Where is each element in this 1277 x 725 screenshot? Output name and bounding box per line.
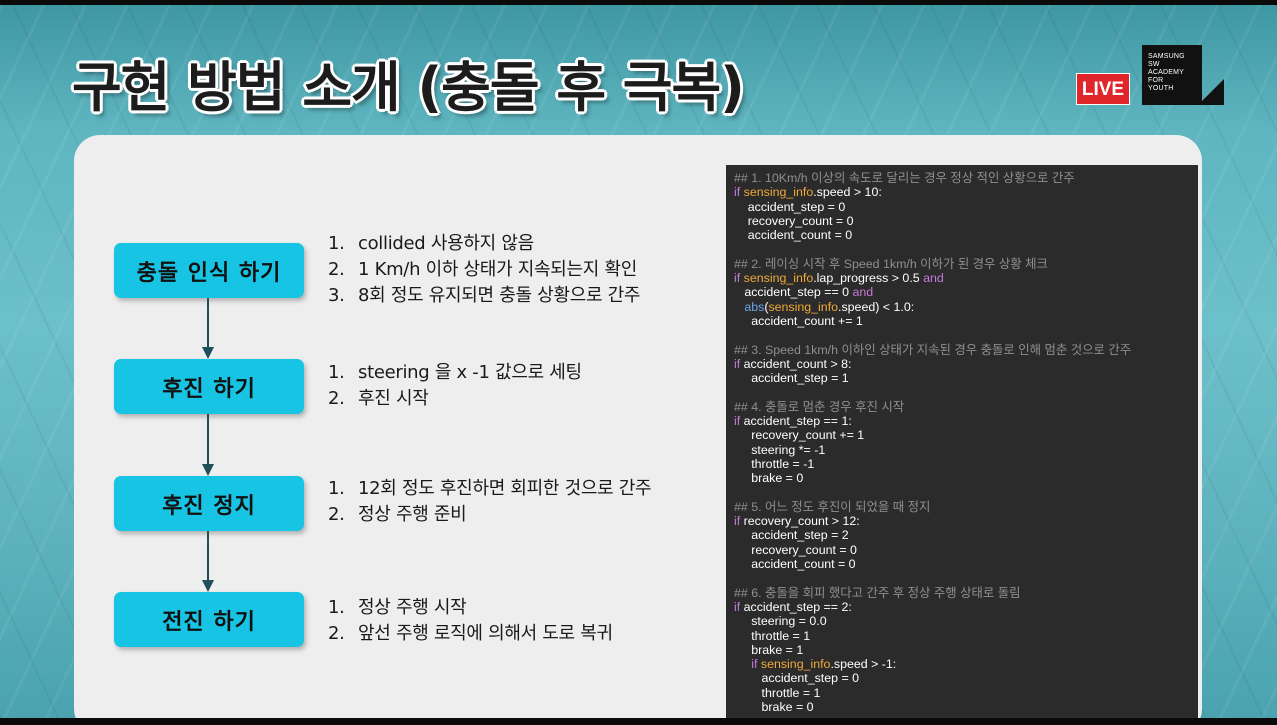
code-line: steering = 0.0	[734, 614, 827, 629]
logo-line: ACADEMY	[1148, 69, 1185, 76]
list-number: 1.	[328, 362, 345, 383]
logo-line: SAMSUNG	[1148, 53, 1185, 60]
code-line: if accident_step == 2:	[734, 599, 852, 614]
code-line: accident_step = 2	[734, 528, 849, 543]
code-line: accident_step = 1	[734, 371, 849, 386]
live-badge: LIVE	[1076, 73, 1130, 105]
list-text: collided 사용하지 않음	[358, 233, 534, 254]
list-text: 1 Km/h 이하 상태가 지속되는지 확인	[358, 259, 637, 280]
code-line: accident_count = 0	[734, 557, 856, 572]
list-text: 12회 정도 후진하면 회피한 것으로 간주	[358, 478, 652, 499]
flow-arrow-line	[207, 414, 209, 466]
code-line: accident_step == 0 and	[734, 285, 874, 300]
code-line: if accident_count > 8:	[734, 356, 852, 371]
code-line: if recovery_count > 12:	[734, 514, 860, 529]
step-description-reverse-stop: 1. 12회 정도 후진하면 회피한 것으로 간주 2. 정상 주행 준비	[328, 476, 718, 528]
code-comment-line: ## 5. 어느 정도 후진이 되었을 때 정지	[734, 499, 931, 514]
step-description-reverse: 1. steering 을 x -1 값으로 세팅 2. 후진 시작	[328, 360, 718, 412]
code-line: recovery_count += 1	[734, 428, 865, 443]
step-description-collision-detect: 1. collided 사용하지 않음 2. 1 Km/h 이하 상태가 지속되는지…	[328, 231, 718, 309]
list-item: 2. 정상 주행 준비	[328, 502, 718, 528]
step-box-reverse-stop: 후진 정지	[114, 476, 304, 531]
list-number: 2.	[328, 388, 345, 409]
list-number: 2.	[328, 259, 345, 280]
code-comment-line: ## 1. 10Km/h 이상의 속도로 달리는 경우 정상 적인 상황으로 간…	[734, 171, 1075, 185]
list-item: 1. 12회 정도 후진하면 회피한 것으로 간주	[328, 476, 718, 502]
step-box-forward: 전진 하기	[114, 592, 304, 647]
code-line: throttle = -1	[734, 456, 815, 471]
list-number: 1.	[328, 233, 345, 254]
code-line: brake = 0	[734, 471, 804, 486]
logo-line: SW	[1148, 61, 1160, 68]
step-description-forward: 1. 정상 주행 시작 2. 앞선 주행 로직에 의해서 도로 복귀	[328, 595, 718, 647]
code-comment-line: ## 3. Speed 1km/h 이하인 상태가 지속된 경우 충돌로 인해 …	[734, 342, 1132, 357]
presentation-slide: 구현 방법 소개 (충돌 후 극복) LIVE SAMSUNG SW ACADE…	[0, 5, 1277, 718]
list-text: steering 을 x -1 값으로 세팅	[358, 362, 582, 383]
code-line: throttle = 1	[734, 628, 811, 643]
code-line: recovery_count = 0	[734, 213, 854, 228]
list-item: 1. steering 을 x -1 값으로 세팅	[328, 360, 718, 386]
code-line: throttle = 1	[734, 685, 821, 700]
list-item: 2. 앞선 주행 로직에 의해서 도로 복귀	[328, 621, 718, 647]
flow-arrow-head	[202, 464, 214, 476]
logo-line: YOUTH	[1148, 85, 1174, 92]
list-number: 3.	[328, 285, 345, 306]
code-line: brake = 1	[734, 642, 804, 657]
list-text: 후진 시작	[358, 388, 429, 409]
code-line: accident_step = 0	[734, 199, 846, 214]
code-line: recovery_count = 0	[734, 542, 857, 557]
list-number: 1.	[328, 597, 345, 618]
code-panel: ## 1. 10Km/h 이상의 속도로 달리는 경우 정상 적인 상황으로 간…	[726, 165, 1198, 718]
code-line: if sensing_info.speed > 10:	[734, 185, 882, 200]
code-line: if accident_step == 1:	[734, 414, 852, 429]
list-text: 앞선 주행 로직에 의해서 도로 복귀	[358, 623, 613, 644]
logo-line: FOR	[1148, 77, 1164, 84]
list-item: 3. 8회 정도 유지되면 충돌 상황으로 간주	[328, 283, 718, 309]
list-text: 정상 주행 준비	[358, 504, 467, 525]
code-comment-line: ## 2. 레이싱 시작 후 Speed 1km/h 이하가 된 경우 상황 체…	[734, 256, 1048, 271]
code-comment-line: ## 6. 충돌을 회피 했다고 간주 후 정상 주행 상태로 돌림	[734, 585, 1021, 600]
code-line: accident_count += 1	[734, 313, 863, 328]
list-item: 2. 후진 시작	[328, 386, 718, 412]
list-item: 2. 1 Km/h 이하 상태가 지속되는지 확인	[328, 257, 718, 283]
slide-title: 구현 방법 소개 (충돌 후 극복)	[72, 56, 745, 119]
code-line: if sensing_info.lap_progress > 0.5 and	[734, 271, 944, 286]
step-box-collision-detect: 충돌 인식 하기	[114, 243, 304, 298]
step-box-reverse: 후진 하기	[114, 359, 304, 414]
code-comment-line: ## 4. 충돌로 멈춘 경우 후진 시작	[734, 399, 905, 414]
flow-arrow-head	[202, 347, 214, 359]
code-line: steering *= -1	[734, 442, 826, 457]
list-number: 1.	[328, 478, 345, 499]
list-text: 8회 정도 유지되면 충돌 상황으로 간주	[358, 285, 641, 306]
list-item: 1. collided 사용하지 않음	[328, 231, 718, 257]
list-text: 정상 주행 시작	[358, 597, 467, 618]
flow-arrow-line	[207, 531, 209, 582]
code-line: if sensing_info.speed > -1:	[751, 657, 897, 672]
list-number: 2.	[328, 504, 345, 525]
academy-logo-text: SAMSUNG SW ACADEMY FOR YOUTH	[1148, 53, 1204, 93]
code-line: abs(sensing_info.speed) < 1.0:	[744, 299, 915, 314]
list-number: 2.	[328, 623, 345, 644]
code-line: accident_step = 0	[734, 671, 860, 686]
list-item: 1. 정상 주행 시작	[328, 595, 718, 621]
flow-arrow-line	[207, 298, 209, 349]
code-line: accident_count = 0	[734, 228, 853, 243]
flow-arrow-head	[202, 580, 214, 592]
code-line: brake = 0	[734, 699, 814, 714]
